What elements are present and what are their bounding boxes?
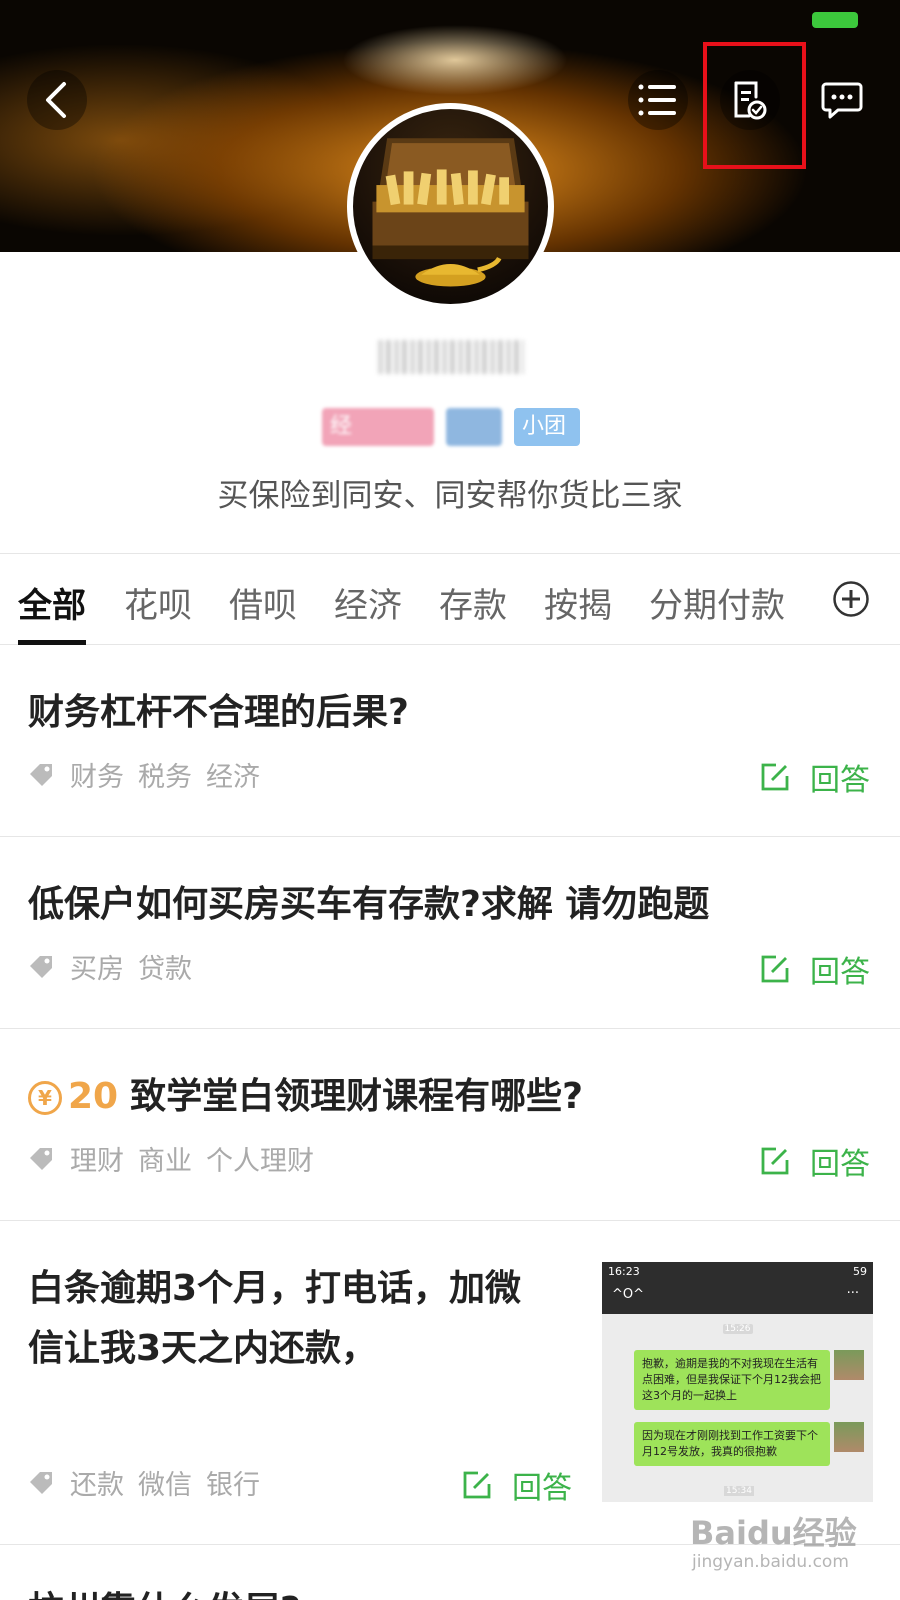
answer-button[interactable]: 回答: [760, 947, 870, 991]
question-title[interactable]: 低保户如何买房买车有存款?求解 请勿跑题: [28, 875, 709, 927]
question-thumbnail[interactable]: 16:23 59 ^O^ ··· 15:26 抱歉，逾期是我的不对我现在生活有点…: [602, 1262, 873, 1502]
tag-label[interactable]: 税务: [138, 755, 192, 794]
question-title-row[interactable]: ¥20 致学堂白领理财课程有哪些?: [28, 1067, 583, 1119]
answer-button[interactable]: 回答: [760, 1139, 870, 1183]
avatar[interactable]: [347, 103, 554, 310]
tag-label[interactable]: 个人理财: [206, 1139, 314, 1178]
back-button[interactable]: [27, 70, 87, 130]
question-tags: 还款 微信 银行: [28, 1463, 274, 1502]
tab-huabei[interactable]: 花呗: [124, 578, 192, 627]
question-title[interactable]: 杭州靠什么发展?: [28, 1581, 301, 1600]
chat-bubble: 抱歉，逾期是我的不对我现在生活有点困难，但是我保证下个月12我会把这3个月的一起…: [634, 1350, 830, 1410]
highlight-annotation-box: [703, 42, 806, 169]
question-title[interactable]: 致学堂白领理财课程有哪些?: [130, 1076, 583, 1117]
chat-avatar: [834, 1350, 864, 1380]
edit-icon: [761, 955, 789, 983]
message-icon: [821, 82, 863, 119]
thumbnail-time: 16:23: [608, 1265, 640, 1278]
badge-role: [446, 408, 502, 446]
thumbnail-battery: 59: [853, 1265, 867, 1278]
reward-coin-icon: ¥: [28, 1081, 62, 1115]
answer-button[interactable]: 回答: [462, 1463, 572, 1507]
thumbnail-more: ···: [846, 1286, 859, 1301]
question-item[interactable]: 低保户如何买房买车有存款?求解 请勿跑题 买房 贷款 回答: [0, 837, 900, 1029]
battery-indicator: [812, 12, 858, 28]
tab-mortgage[interactable]: 按揭: [544, 578, 612, 627]
question-tags: 财务 税务 经济: [28, 755, 274, 794]
tag-label[interactable]: 微信: [138, 1463, 192, 1502]
tag-label[interactable]: 财务: [70, 755, 124, 794]
treasure-chest-icon: [372, 138, 529, 287]
badge-team: 小团: [514, 408, 580, 446]
answer-label: 回答: [512, 1471, 572, 1506]
question-tags: 买房 贷款: [28, 947, 206, 986]
tab-deposit[interactable]: 存款: [439, 578, 507, 627]
tab-installment[interactable]: 分期付款: [649, 578, 785, 627]
question-title[interactable]: 财务杠杆不合理的后果?: [28, 683, 409, 735]
tab-jiebei[interactable]: 借呗: [229, 578, 297, 627]
reward-amount: 20: [68, 1076, 119, 1117]
question-tags: 理财 商业 个人理财: [28, 1139, 328, 1178]
menu-list-button[interactable]: [628, 70, 688, 130]
edit-icon: [761, 763, 789, 791]
profile-intro: 买保险到同安、同安帮你货比三家: [217, 478, 683, 514]
badge-level: 经: [322, 408, 434, 446]
answer-label: 回答: [810, 763, 870, 798]
tag-label[interactable]: 还款: [70, 1463, 124, 1502]
username-blurred: [378, 340, 524, 374]
question-item[interactable]: ¥20 致学堂白领理财课程有哪些? 理财 商业 个人理财 回答: [0, 1029, 900, 1221]
tag-label[interactable]: 贷款: [138, 947, 192, 986]
tag-label[interactable]: 买房: [70, 947, 124, 986]
question-title-line2[interactable]: 信让我3天之内还款，: [28, 1319, 377, 1371]
watermark-url: jingyan.baidu.com: [692, 1552, 849, 1572]
thumbnail-chat-title: ^O^: [612, 1287, 645, 1302]
answer-label: 回答: [810, 955, 870, 990]
list-icon: [638, 84, 676, 116]
tag-icon: [30, 763, 52, 786]
answer-button[interactable]: 回答: [760, 755, 870, 799]
message-button[interactable]: [812, 70, 872, 130]
edit-icon: [761, 1147, 789, 1175]
edit-icon: [463, 1471, 491, 1499]
tag-icon: [30, 1147, 52, 1170]
question-item[interactable]: 财务杠杆不合理的后果? 财务 税务 经济 回答: [0, 645, 900, 837]
chevron-left-icon: [46, 82, 66, 118]
tag-label[interactable]: 商业: [138, 1139, 192, 1178]
thumbnail-timestamp: 15:26: [722, 1324, 753, 1334]
answer-label: 回答: [810, 1147, 870, 1182]
badge-row: 经 小团: [322, 408, 580, 446]
tag-icon: [30, 1471, 52, 1494]
thumbnail-header: 16:23 59 ^O^ ···: [602, 1262, 873, 1314]
chat-bubble: 因为现在才刚刚找到工作工资要下个月12号发放，我真的很抱歉: [634, 1422, 830, 1466]
thumbnail-timestamp: 15:34: [724, 1486, 754, 1496]
tag-label[interactable]: 银行: [206, 1463, 260, 1502]
watermark-logo: Baidu经验: [690, 1514, 857, 1552]
chat-avatar: [834, 1422, 864, 1452]
tag-icon: [30, 955, 52, 978]
tab-economy[interactable]: 经济: [334, 578, 402, 627]
question-title-line1[interactable]: 白条逾期3个月，打电话，加微: [28, 1259, 521, 1311]
category-tabs: 全部 花呗 借呗 经济 存款 按揭 分期付款: [0, 553, 900, 645]
tag-label[interactable]: 理财: [70, 1139, 124, 1178]
tab-all[interactable]: 全部: [18, 578, 86, 627]
tag-label[interactable]: 经济: [206, 755, 260, 794]
plus-circle-icon[interactable]: [832, 580, 870, 618]
